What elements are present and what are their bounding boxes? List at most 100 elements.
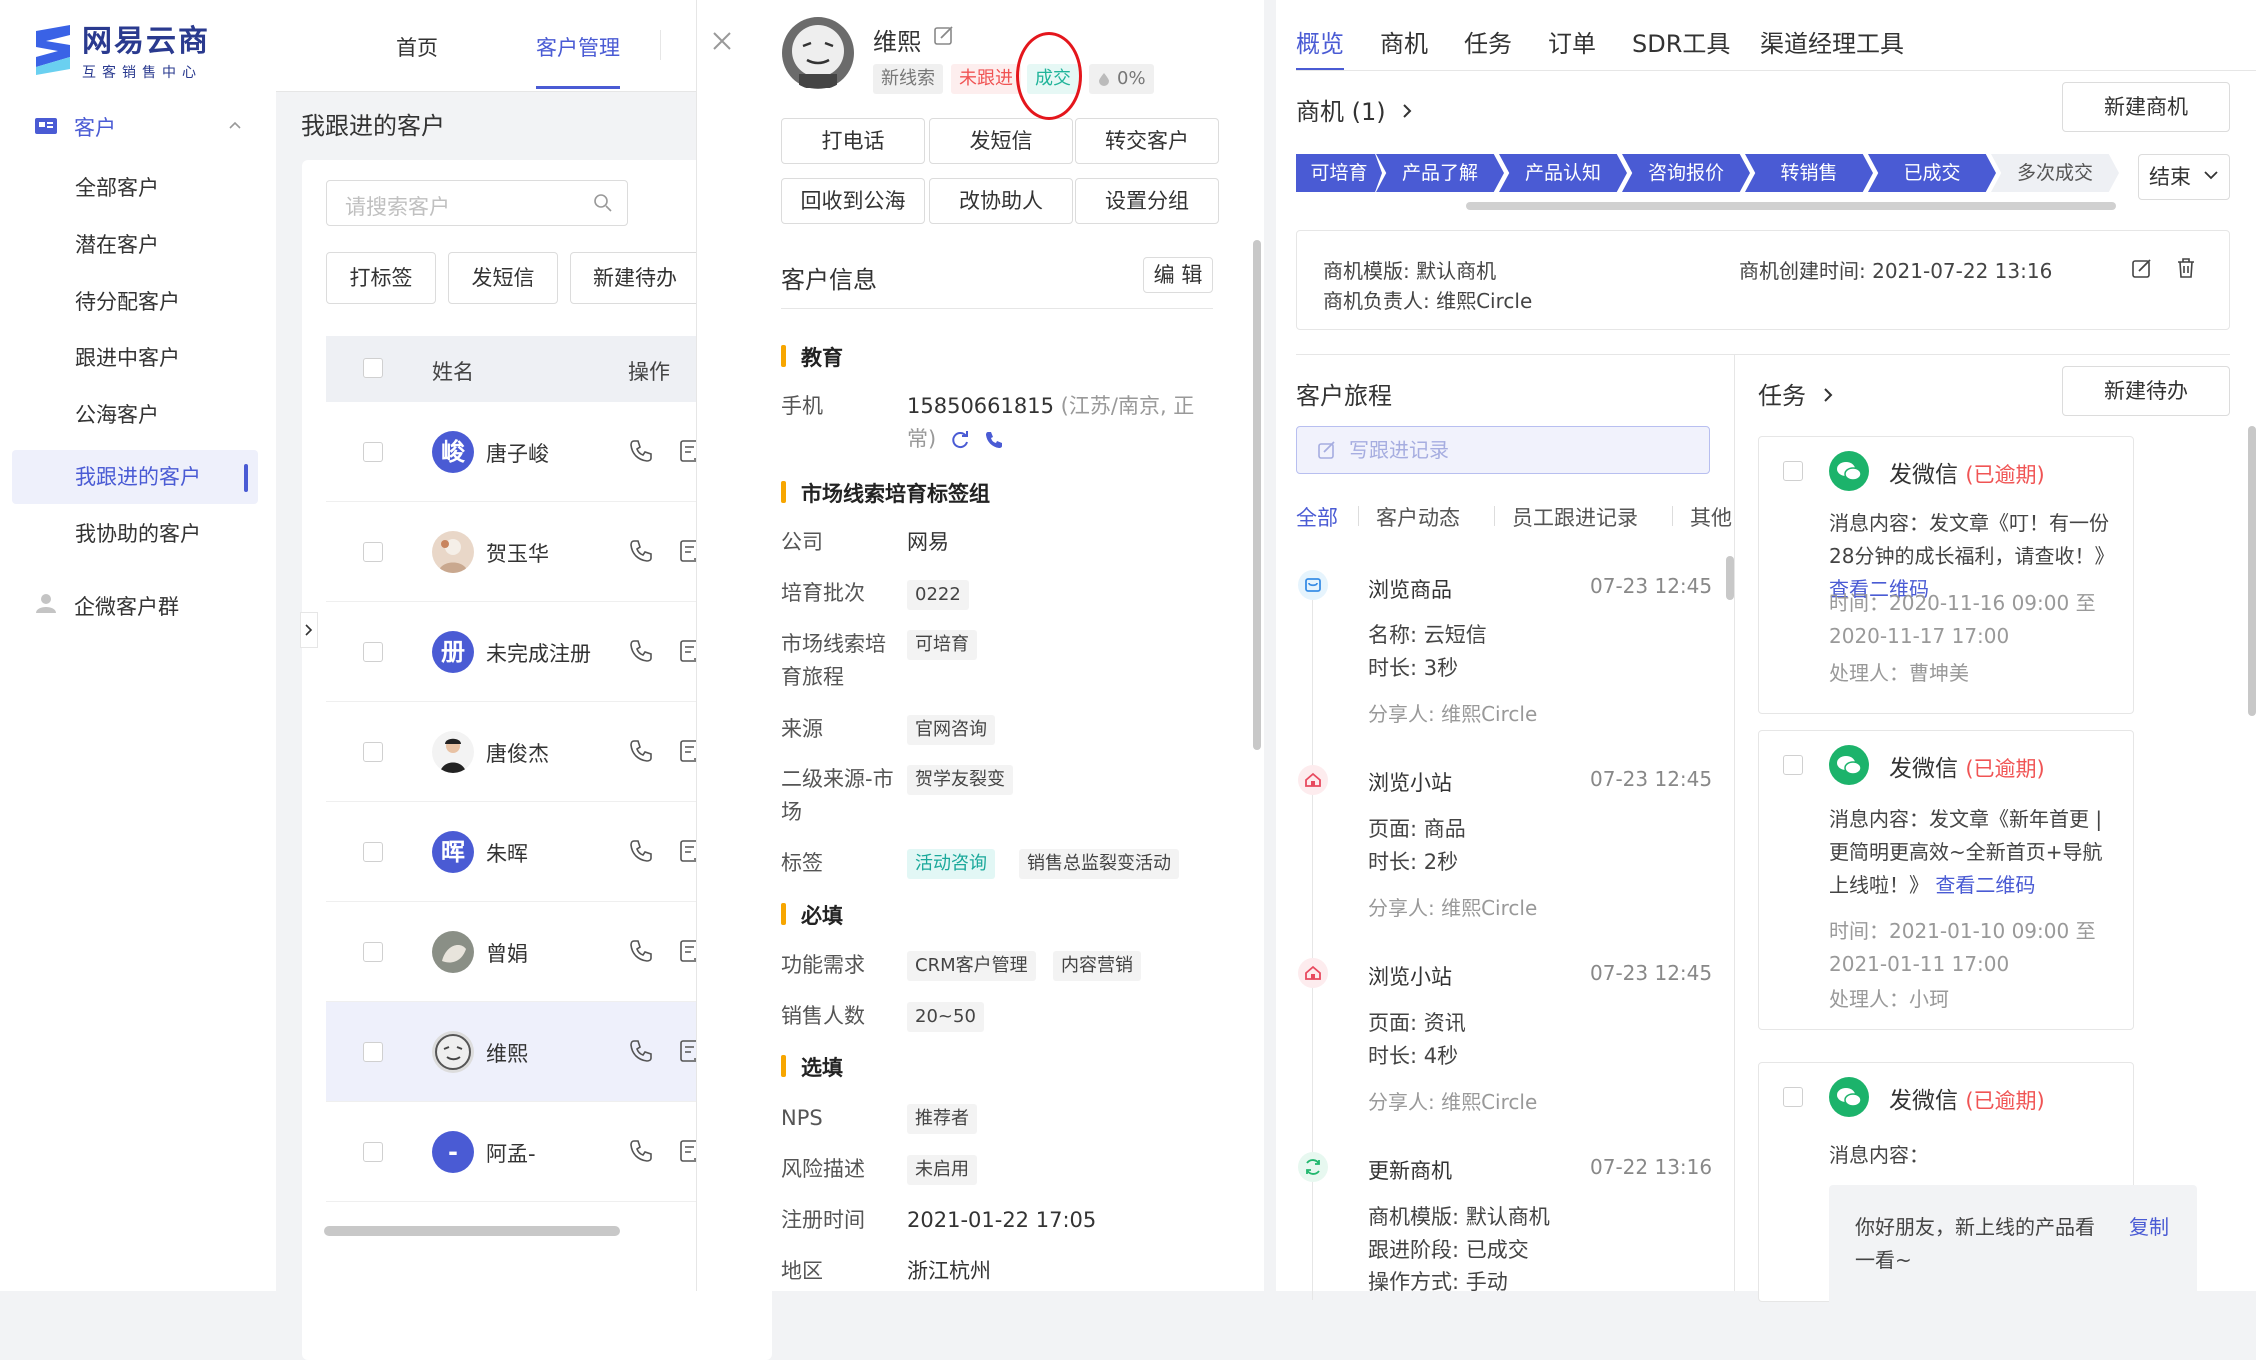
phone-icon[interactable] (628, 538, 654, 564)
phone-icon[interactable] (628, 1038, 654, 1064)
stage-item[interactable]: 已成交 (1868, 154, 1996, 192)
task-card[interactable]: 发微信 (已逾期) 消息内容：发文章《新年首更 | 更简明更高效~全新首页+导航… (1758, 730, 2134, 1030)
stage-item[interactable]: 可培育 (1296, 154, 1382, 192)
customer-name[interactable]: 贺玉华 (486, 538, 549, 568)
tab-order[interactable]: 订单 (1548, 24, 1596, 59)
filter-other[interactable]: 其他 (1690, 502, 1732, 532)
tag-button[interactable]: 打标签 (326, 252, 436, 304)
stage-item[interactable]: 转销售 (1745, 154, 1873, 192)
detail-scrollbar[interactable] (1253, 240, 1261, 750)
phone-icon[interactable] (628, 838, 654, 864)
stage-item[interactable]: 咨询报价 (1622, 154, 1750, 192)
edit-icon[interactable] (933, 24, 955, 46)
task-checkbox[interactable] (1783, 1087, 1803, 1107)
need-tag-crm: CRM客户管理 (907, 951, 1036, 981)
set-group-button[interactable]: 设置分组 (1075, 178, 1219, 224)
sidebar-item-public[interactable]: 公海客户 (12, 388, 258, 442)
top-tab-customers[interactable]: 客户管理 (536, 32, 620, 89)
tasks-title[interactable]: 任务 (1758, 376, 1834, 411)
transfer-button[interactable]: 转交客户 (1075, 118, 1219, 164)
group-header-required: 必填 (781, 900, 843, 930)
brand-logo[interactable]: 网易云商 互客销售中心 (32, 16, 210, 82)
customer-name[interactable]: 曾娟 (486, 938, 528, 968)
overdue-badge: (已逾期) (1965, 1089, 2045, 1113)
row-checkbox[interactable] (363, 842, 383, 862)
row-checkbox[interactable] (363, 442, 383, 462)
search-input[interactable]: 请搜索客户 (326, 180, 628, 226)
sms-button[interactable]: 发短信 (448, 252, 558, 304)
trash-icon[interactable] (2175, 257, 2197, 279)
filter-staff-records[interactable]: 员工跟进记录 (1512, 502, 1638, 532)
new-todo-button[interactable]: 新建待办 (2062, 366, 2230, 416)
sidebar-item-assisting[interactable]: 我协助的客户 (12, 507, 258, 561)
search-icon[interactable] (593, 193, 613, 213)
chevron-up-icon[interactable] (228, 120, 242, 130)
stage-item[interactable]: 产品了解 (1376, 154, 1504, 192)
call-button[interactable]: 打电话 (781, 118, 925, 164)
right-scrollbar[interactable] (2248, 426, 2256, 716)
sidebar-item-all[interactable]: 全部客户 (12, 161, 258, 215)
customer-name[interactable]: 阿孟- (486, 1138, 536, 1168)
refresh-icon[interactable] (949, 429, 971, 451)
row-checkbox[interactable] (363, 642, 383, 662)
tab-overview[interactable]: 概览 (1296, 24, 1344, 71)
stage-item[interactable]: 多次成交 (1991, 154, 2119, 192)
tab-task[interactable]: 任务 (1464, 24, 1512, 59)
select-all-checkbox[interactable] (363, 358, 383, 378)
row-checkbox[interactable] (363, 542, 383, 562)
phone-icon[interactable] (628, 438, 654, 464)
phone-icon[interactable] (628, 738, 654, 764)
nav-group-customers[interactable]: 客户 (0, 106, 276, 146)
write-follow-up-button[interactable]: 写跟进记录 (1296, 426, 1710, 474)
edit-button[interactable]: 编 辑 (1143, 257, 1213, 293)
stage-item[interactable]: 产品认知 (1499, 154, 1627, 192)
journey-scrollbar[interactable] (1726, 556, 1734, 600)
view-qrcode-link[interactable]: 查看二维码 (1935, 873, 2035, 897)
phone-call-icon[interactable] (984, 430, 1004, 450)
top-tab-home[interactable]: 首页 (396, 32, 438, 62)
row-checkbox[interactable] (363, 1042, 383, 1062)
new-opportunity-button[interactable]: 新建商机 (2062, 82, 2230, 132)
copy-link[interactable]: 复制 (2129, 1211, 2169, 1240)
filter-all[interactable]: 全部 (1296, 502, 1338, 532)
sms-button[interactable]: 发短信 (929, 118, 1073, 164)
close-icon[interactable] (711, 30, 733, 52)
sidebar-item-my-customers[interactable]: 我跟进的客户 (12, 450, 258, 504)
recycle-button[interactable]: 回收到公海 (781, 178, 925, 224)
collapse-sidebar-button[interactable] (300, 612, 318, 648)
horizontal-scrollbar[interactable] (324, 1226, 620, 1236)
nav-group-wecom-groups[interactable]: 企微客户群 (0, 585, 276, 625)
sidebar-item-following[interactable]: 跟进中客户 (12, 331, 258, 385)
customer-name[interactable]: 维熙 (486, 1038, 528, 1068)
customer-name[interactable]: 未完成注册 (486, 638, 591, 668)
sidebar-item-potential[interactable]: 潜在客户 (12, 218, 258, 272)
phone-icon[interactable] (628, 638, 654, 664)
tab-channel-tools[interactable]: 渠道经理工具 (1760, 24, 1904, 59)
opp-template: 商机模版: 默认商机 (1323, 259, 1497, 283)
opportunity-title[interactable]: 商机 (1) (1296, 92, 1413, 127)
stage-scrollbar[interactable] (1466, 202, 2116, 210)
edit-icon[interactable] (2131, 257, 2153, 279)
sidebar-item-pending[interactable]: 待分配客户 (12, 275, 258, 329)
task-checkbox[interactable] (1783, 461, 1803, 481)
filter-customer-activity[interactable]: 客户动态 (1376, 502, 1460, 532)
row-checkbox[interactable] (363, 1142, 383, 1162)
change-assistant-button[interactable]: 改协助人 (929, 178, 1073, 224)
write-follow-up-label: 写跟进记录 (1349, 438, 1449, 462)
customer-name[interactable]: 朱晖 (486, 838, 528, 868)
end-select[interactable]: 结束 (2138, 154, 2230, 200)
tab-sdr-tools[interactable]: SDR工具 (1632, 24, 1730, 59)
customer-name[interactable]: 唐子峻 (486, 438, 549, 468)
phone-icon[interactable] (628, 1138, 654, 1164)
new-todo-button[interactable]: 新建待办 (570, 252, 700, 304)
row-checkbox[interactable] (363, 942, 383, 962)
end-select-value: 结束 (2149, 165, 2191, 189)
tab-opportunity[interactable]: 商机 (1380, 24, 1428, 59)
task-checkbox[interactable] (1783, 755, 1803, 775)
task-card[interactable]: 发微信 (已逾期) 消息内容： 你好朋友，新上线的产品看一看~ 复制 (1758, 1062, 2197, 1305)
phone-icon[interactable] (628, 938, 654, 964)
customer-name[interactable]: 唐俊杰 (486, 738, 549, 768)
wechat-icon (1829, 451, 1869, 491)
task-card[interactable]: 发微信 (已逾期) 消息内容：发文章《叮！有一份28分钟的成长福利，请查收！》 … (1758, 436, 2134, 714)
row-checkbox[interactable] (363, 742, 383, 762)
